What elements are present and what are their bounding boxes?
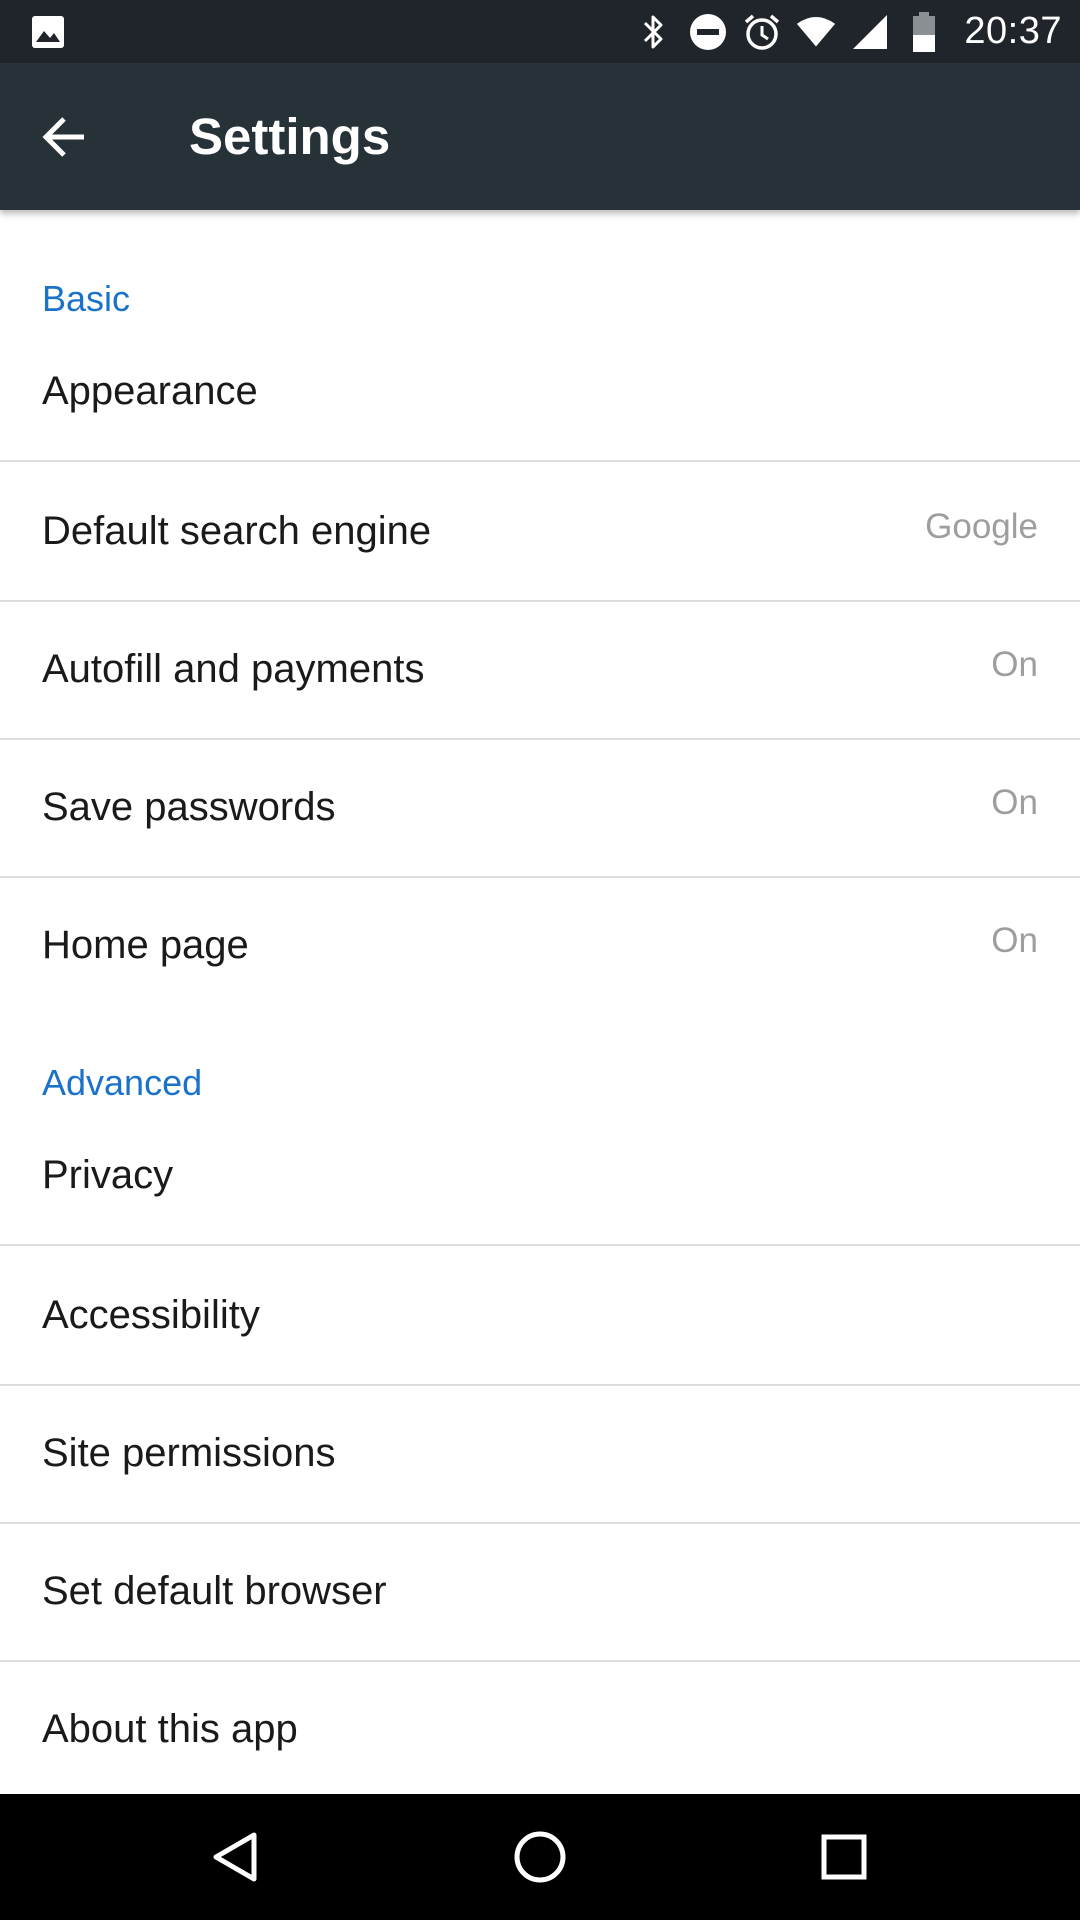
status-bar: 20:37 bbox=[0, 0, 1080, 63]
setting-label: Save passwords bbox=[42, 785, 336, 829]
setting-accessibility[interactable]: Accessibility bbox=[0, 1246, 1080, 1386]
back-button[interactable] bbox=[32, 105, 96, 169]
setting-value: Google bbox=[925, 507, 1038, 546]
section-header-advanced: Advanced bbox=[42, 1062, 203, 1103]
status-icons: 20:37 bbox=[634, 0, 1062, 63]
setting-about-this-app[interactable]: About this app bbox=[0, 1660, 1080, 1798]
setting-label: Autofill and payments bbox=[42, 647, 425, 691]
setting-value: On bbox=[991, 645, 1038, 684]
image-icon bbox=[30, 14, 66, 50]
setting-label: Default search engine bbox=[42, 509, 432, 553]
setting-privacy[interactable]: Privacy bbox=[0, 1106, 1080, 1246]
cell-signal-icon bbox=[850, 12, 890, 52]
wifi-icon bbox=[796, 12, 836, 52]
setting-value: On bbox=[991, 921, 1038, 960]
setting-label: Appearance bbox=[42, 369, 258, 413]
navigation-bar bbox=[0, 1794, 1080, 1920]
nav-back-icon bbox=[213, 1832, 257, 1882]
setting-autofill-and-payments[interactable]: Autofill and payments On bbox=[0, 600, 1080, 740]
bluetooth-icon bbox=[634, 12, 674, 52]
setting-home-page[interactable]: Home page On bbox=[0, 876, 1080, 1014]
nav-recents-icon bbox=[821, 1834, 867, 1880]
section-header-basic: Basic bbox=[42, 278, 131, 319]
back-arrow-icon bbox=[42, 117, 84, 157]
nav-recents-button[interactable] bbox=[804, 1817, 884, 1897]
setting-label: Set default browser bbox=[42, 1569, 387, 1613]
settings-list[interactable]: Basic Appearance Default search engine G… bbox=[0, 210, 1080, 1794]
setting-label: Accessibility bbox=[42, 1293, 260, 1337]
setting-label: Privacy bbox=[42, 1153, 174, 1197]
setting-value: On bbox=[991, 783, 1038, 822]
setting-label: Site permissions bbox=[42, 1431, 336, 1475]
setting-save-passwords[interactable]: Save passwords On bbox=[0, 738, 1080, 878]
nav-home-icon bbox=[514, 1831, 566, 1883]
settings-screen: 20:37 Settings Basic Appearance Default … bbox=[0, 0, 1080, 1920]
nav-back-button[interactable] bbox=[196, 1817, 276, 1897]
setting-label: Home page bbox=[42, 923, 249, 967]
setting-set-default-browser[interactable]: Set default browser bbox=[0, 1522, 1080, 1662]
setting-default-search-engine[interactable]: Default search engine Google bbox=[0, 462, 1080, 602]
nav-home-button[interactable] bbox=[500, 1817, 580, 1897]
alarm-icon bbox=[742, 12, 782, 52]
toolbar: Settings bbox=[0, 63, 1080, 210]
setting-appearance-row[interactable]: Appearance bbox=[0, 322, 1080, 462]
battery-icon bbox=[904, 11, 944, 52]
page-title: Settings bbox=[189, 108, 391, 165]
status-time: 20:37 bbox=[964, 10, 1062, 52]
setting-site-permissions[interactable]: Site permissions bbox=[0, 1384, 1080, 1524]
do-not-disturb-icon bbox=[688, 12, 728, 52]
setting-label: About this app bbox=[42, 1707, 298, 1751]
